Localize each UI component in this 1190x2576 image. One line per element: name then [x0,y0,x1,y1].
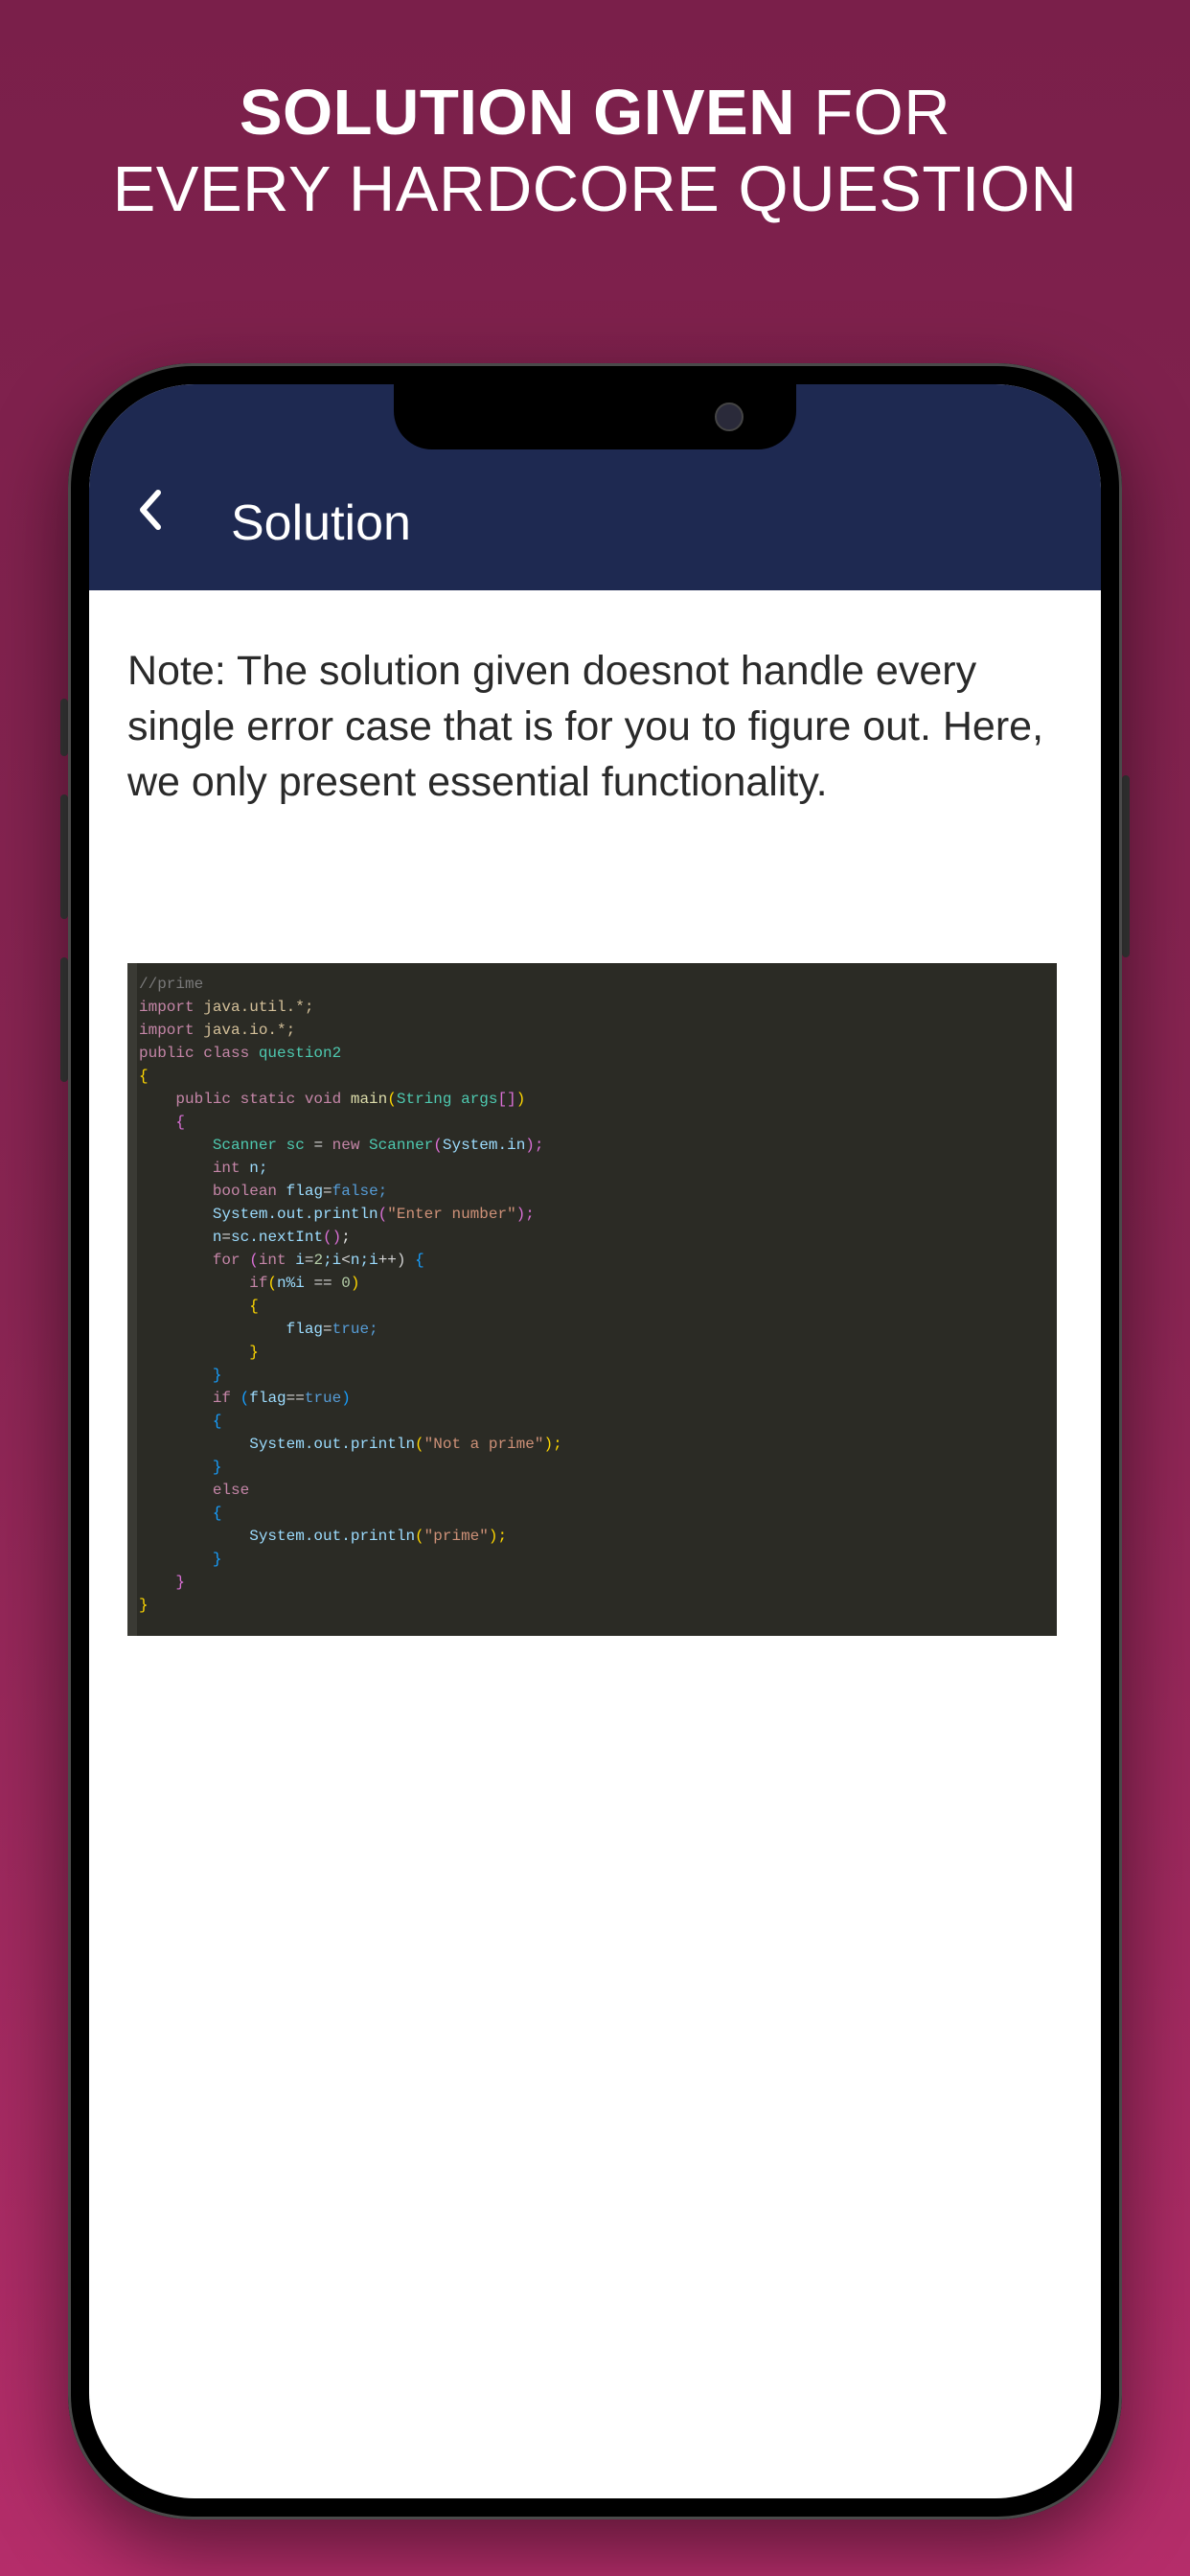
phone-camera [715,402,744,431]
headline-after: FOR [795,77,950,149]
phone-side-button-right [1122,775,1130,957]
phone-frame: Solution Note: The solution given doesno… [68,363,1122,2519]
headline-line2: EVERY HARDCORE QUESTION [113,153,1078,225]
headline-bold: SOLUTION GIVEN [240,77,795,149]
phone-notch [394,384,796,449]
promo-headline: SOLUTION GIVEN FOR EVERY HARDCORE QUESTI… [113,75,1078,229]
phone-side-buttons-left [60,699,68,1120]
back-icon[interactable] [137,479,183,552]
content-area: Note: The solution given doesnot handle … [89,590,1101,1674]
phone-mockup: Solution Note: The solution given doesno… [68,363,1122,2519]
note-text: Note: The solution given doesnot handle … [127,643,1063,810]
code-block: //prime import java.util.*; import java.… [127,963,1057,1636]
page-title: Solution [231,494,411,552]
phone-screen: Solution Note: The solution given doesno… [89,384,1101,2498]
